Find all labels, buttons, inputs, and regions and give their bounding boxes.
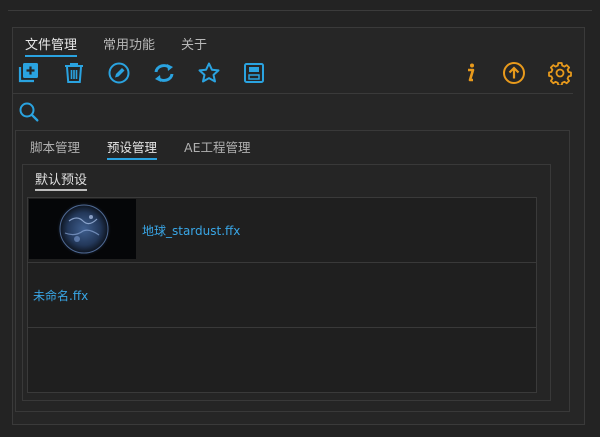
top-divider [8,10,592,11]
toolbar-divider [13,93,573,94]
preset-group-box: 默认预设 地球_stardust.ffx 未命名.ffx [22,164,551,401]
preset-name[interactable]: 未命名.ffx [33,287,88,304]
preset-list[interactable]: 地球_stardust.ffx 未命名.ffx [27,197,537,393]
tab-about[interactable]: 关于 [181,34,207,57]
add-file-icon[interactable] [17,61,41,85]
main-tab-bar: 文件管理 常用功能 关于 [25,34,233,57]
tab-preset-management[interactable]: 预设管理 [107,137,158,160]
preset-row[interactable]: 未命名.ffx [28,263,536,328]
edit-icon[interactable] [107,61,131,85]
refresh-icon[interactable] [152,61,176,85]
upload-icon[interactable] [502,61,526,85]
save-icon[interactable] [242,61,266,85]
info-icon[interactable] [458,61,482,85]
trash-icon[interactable] [62,61,86,85]
tab-script-management[interactable]: 脚本管理 [30,137,80,160]
sub-tab-bar: 脚本管理 预设管理 AE工程管理 [30,137,277,160]
tab-file-management[interactable]: 文件管理 [25,34,78,57]
toolbar [17,61,575,91]
preset-name[interactable]: 地球_stardust.ffx [142,222,240,239]
star-icon[interactable] [197,61,221,85]
tab-ae-project-management[interactable]: AE工程管理 [184,137,250,160]
earth-thumbnail [29,199,136,259]
tab-common-functions[interactable]: 常用功能 [103,34,155,57]
main-panel: 文件管理 常用功能 关于 脚本管理 预设管理 AE工程管理 默认预设 地球_st… [12,27,585,425]
preset-group-tab[interactable]: 默认预设 [35,169,88,191]
settings-icon[interactable] [548,61,572,85]
preset-row[interactable]: 地球_stardust.ffx [28,198,536,263]
search-icon[interactable] [18,101,40,123]
sub-panel: 脚本管理 预设管理 AE工程管理 默认预设 地球_stardust.ffx 未命… [15,130,570,412]
